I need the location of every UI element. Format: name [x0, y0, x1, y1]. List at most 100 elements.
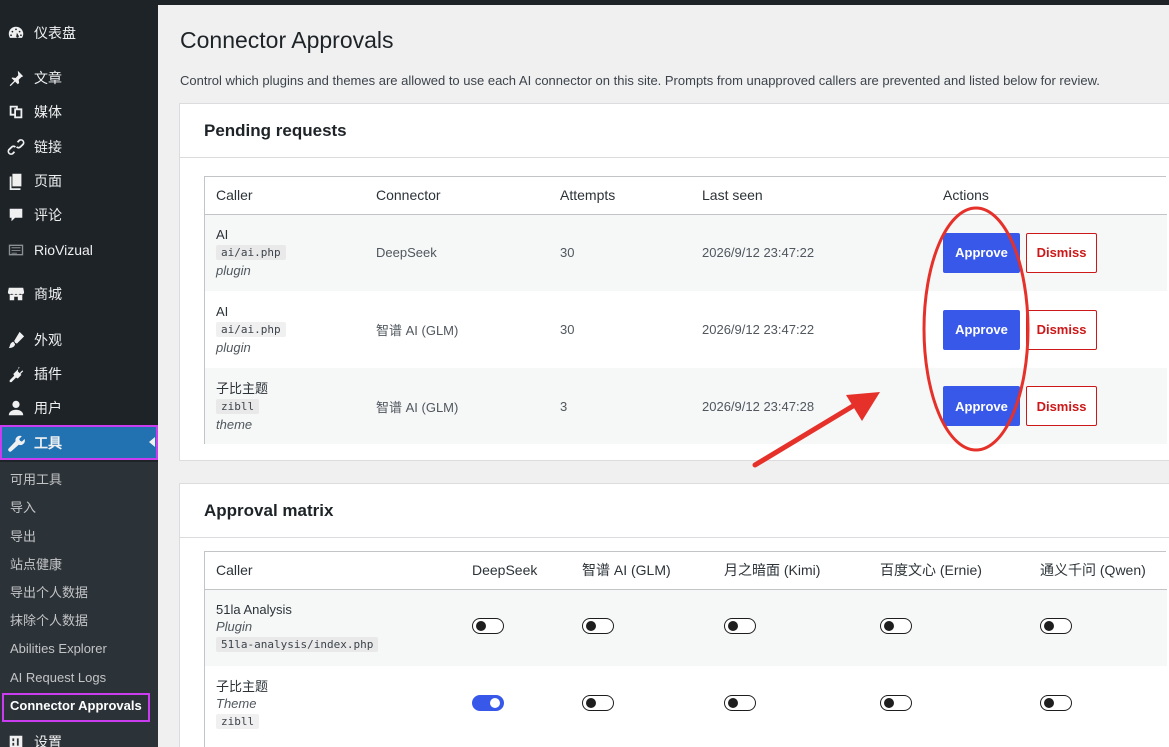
sidebar-item-settings[interactable]: 设置 [0, 727, 158, 747]
sidebar-item-dashboard[interactable]: 仪表盘 [0, 18, 158, 48]
caller-slug: zibll [216, 398, 260, 414]
caller-name: AI [216, 304, 229, 319]
column-header-ernie: 百度文心 (Ernie) [869, 552, 1029, 590]
caller-cell: 子比主题 zibll theme [205, 368, 365, 444]
user-icon [6, 398, 26, 418]
sidebar-item-label: RioVizual [34, 242, 93, 258]
approve-button[interactable]: Approve [943, 386, 1020, 426]
media-icon [6, 102, 26, 122]
approval-matrix-table: Caller DeepSeek 智谱 AI (GLM) 月之暗面 (Kimi) … [204, 551, 1167, 747]
column-header-caller: Caller [205, 552, 461, 590]
toggle-cell [461, 589, 571, 666]
sidebar-item-pages[interactable]: 页面 [0, 166, 158, 196]
sidebar-item-appearance[interactable]: 外观 [0, 325, 158, 355]
column-header-connector: Connector [365, 177, 549, 215]
table-row: AI ai/ai.php plugin DeepSeek 30 2026/9/1… [205, 214, 1167, 291]
sidebar-item-label: 商城 [34, 286, 62, 302]
sidebar-item-tools[interactable]: 工具 [0, 425, 158, 460]
sidebar-item-posts[interactable]: 文章 [0, 63, 158, 93]
approval-toggle[interactable] [472, 618, 504, 635]
submenu-item-available-tools[interactable]: 可用工具 [10, 470, 62, 490]
sidebar-item-label: 链接 [34, 139, 62, 155]
approve-button[interactable]: Approve [943, 309, 1020, 350]
column-header-actions: Actions [932, 177, 1167, 215]
main-content: Connector Approvals Control which plugin… [158, 5, 1169, 747]
sidebar-item-users[interactable]: 用户 [0, 393, 158, 423]
dismiss-button[interactable]: Dismiss [1026, 386, 1097, 426]
link-icon [6, 137, 26, 157]
submenu-item-export[interactable]: 导出 [10, 527, 36, 547]
caller-type: Theme [216, 696, 257, 711]
attempts-cell: 30 [560, 322, 575, 337]
riovizual-icon [6, 240, 26, 260]
approve-button[interactable]: Approve [943, 232, 1020, 273]
approval-toggle[interactable] [472, 695, 504, 711]
sidebar-item-media[interactable]: 媒体 [0, 97, 158, 127]
table-row: AI ai/ai.php plugin 智谱 AI (GLM) 30 2026/… [205, 291, 1167, 368]
sidebar-item-label: 外观 [34, 332, 62, 348]
sidebar-item-comments[interactable]: 评论 [0, 200, 158, 230]
submenu-item-erase-personal-data[interactable]: 抹除个人数据 [10, 611, 88, 631]
connector-cell: 智谱 AI (GLM) [376, 323, 459, 338]
approval-toggle[interactable] [880, 695, 912, 711]
dismiss-button[interactable]: Dismiss [1026, 232, 1097, 273]
approval-toggle[interactable] [1040, 695, 1072, 711]
column-header-deepseek: DeepSeek [461, 552, 571, 590]
sidebar-item-riovizual[interactable]: RioVizual [0, 235, 158, 265]
approval-toggle[interactable] [724, 695, 756, 711]
sidebar-item-label: 工具 [34, 434, 62, 451]
caller-name: 子比主题 [216, 380, 269, 396]
wrench-icon [6, 433, 26, 453]
approval-toggle[interactable] [582, 618, 614, 635]
toggle-cell [461, 666, 571, 743]
toggle-cell [713, 666, 869, 743]
approval-toggle[interactable] [724, 618, 756, 635]
sidebar-item-label: 文章 [34, 70, 62, 86]
toggle-cell [869, 666, 1029, 743]
dismiss-button[interactable]: Dismiss [1026, 309, 1097, 350]
submenu-item-site-health[interactable]: 站点健康 [10, 555, 62, 575]
page-icon [6, 171, 26, 191]
caller-cell: AI ai/ai.php plugin [205, 214, 365, 291]
caller-slug: 51la-analysis/index.php [216, 637, 379, 653]
sidebar-item-label: 仪表盘 [34, 25, 76, 41]
actions-cell: Approve Dismiss [932, 291, 1167, 368]
caller-name: 子比主题 [216, 679, 269, 694]
actions-cell: Approve Dismiss [932, 368, 1167, 444]
submenu-item-import[interactable]: 导入 [10, 498, 36, 518]
approval-matrix-title: Approval matrix [180, 484, 1169, 538]
dashboard-icon [6, 23, 26, 43]
page-title: Connector Approvals [180, 27, 394, 53]
sidebar-item-plugins[interactable]: 插件 [0, 359, 158, 389]
connector-cell: 智谱 AI (GLM) [365, 368, 549, 444]
sidebar-item-links[interactable]: 链接 [0, 132, 158, 162]
sidebar-item-label: 用户 [34, 400, 62, 416]
caller-slug: ai/ai.php [216, 322, 286, 337]
sidebar-item-label: 页面 [34, 173, 62, 189]
submenu-item-ai-request-logs[interactable]: AI Request Logs [10, 668, 106, 688]
approval-toggle[interactable] [1040, 618, 1072, 635]
caller-slug: zibll [216, 714, 260, 729]
column-header-kimi: 月之暗面 (Kimi) [713, 552, 869, 590]
caller-name: 51la Analysis [216, 602, 292, 618]
caller-type: Plugin [216, 619, 253, 635]
pending-requests-card: Pending requests Caller Connector Attemp… [179, 103, 1169, 461]
submenu-item-export-personal-data[interactable]: 导出个人数据 [10, 583, 88, 603]
current-indicator-arrow [149, 437, 155, 447]
submenu-item-connector-approvals[interactable]: Connector Approvals [2, 693, 150, 722]
sidebar-item-label: 插件 [34, 366, 62, 382]
column-header-attempts: Attempts [549, 177, 691, 215]
caller-type: plugin [216, 340, 251, 355]
toggle-cell [1029, 589, 1167, 666]
submenu-item-abilities-explorer[interactable]: Abilities Explorer [10, 639, 107, 659]
toggle-cell [571, 589, 713, 666]
table-row: 51la Analysis Plugin 51la-analysis/index… [205, 589, 1167, 666]
column-header-glm: 智谱 AI (GLM) [571, 552, 713, 590]
approval-toggle[interactable] [582, 695, 614, 711]
actions-cell: Approve Dismiss [932, 214, 1167, 291]
column-header-last-seen: Last seen [691, 177, 932, 215]
sidebar-item-store[interactable]: 商城 [0, 279, 158, 309]
comment-icon [6, 205, 26, 225]
approval-toggle[interactable] [880, 618, 912, 635]
toggle-cell [869, 589, 1029, 666]
